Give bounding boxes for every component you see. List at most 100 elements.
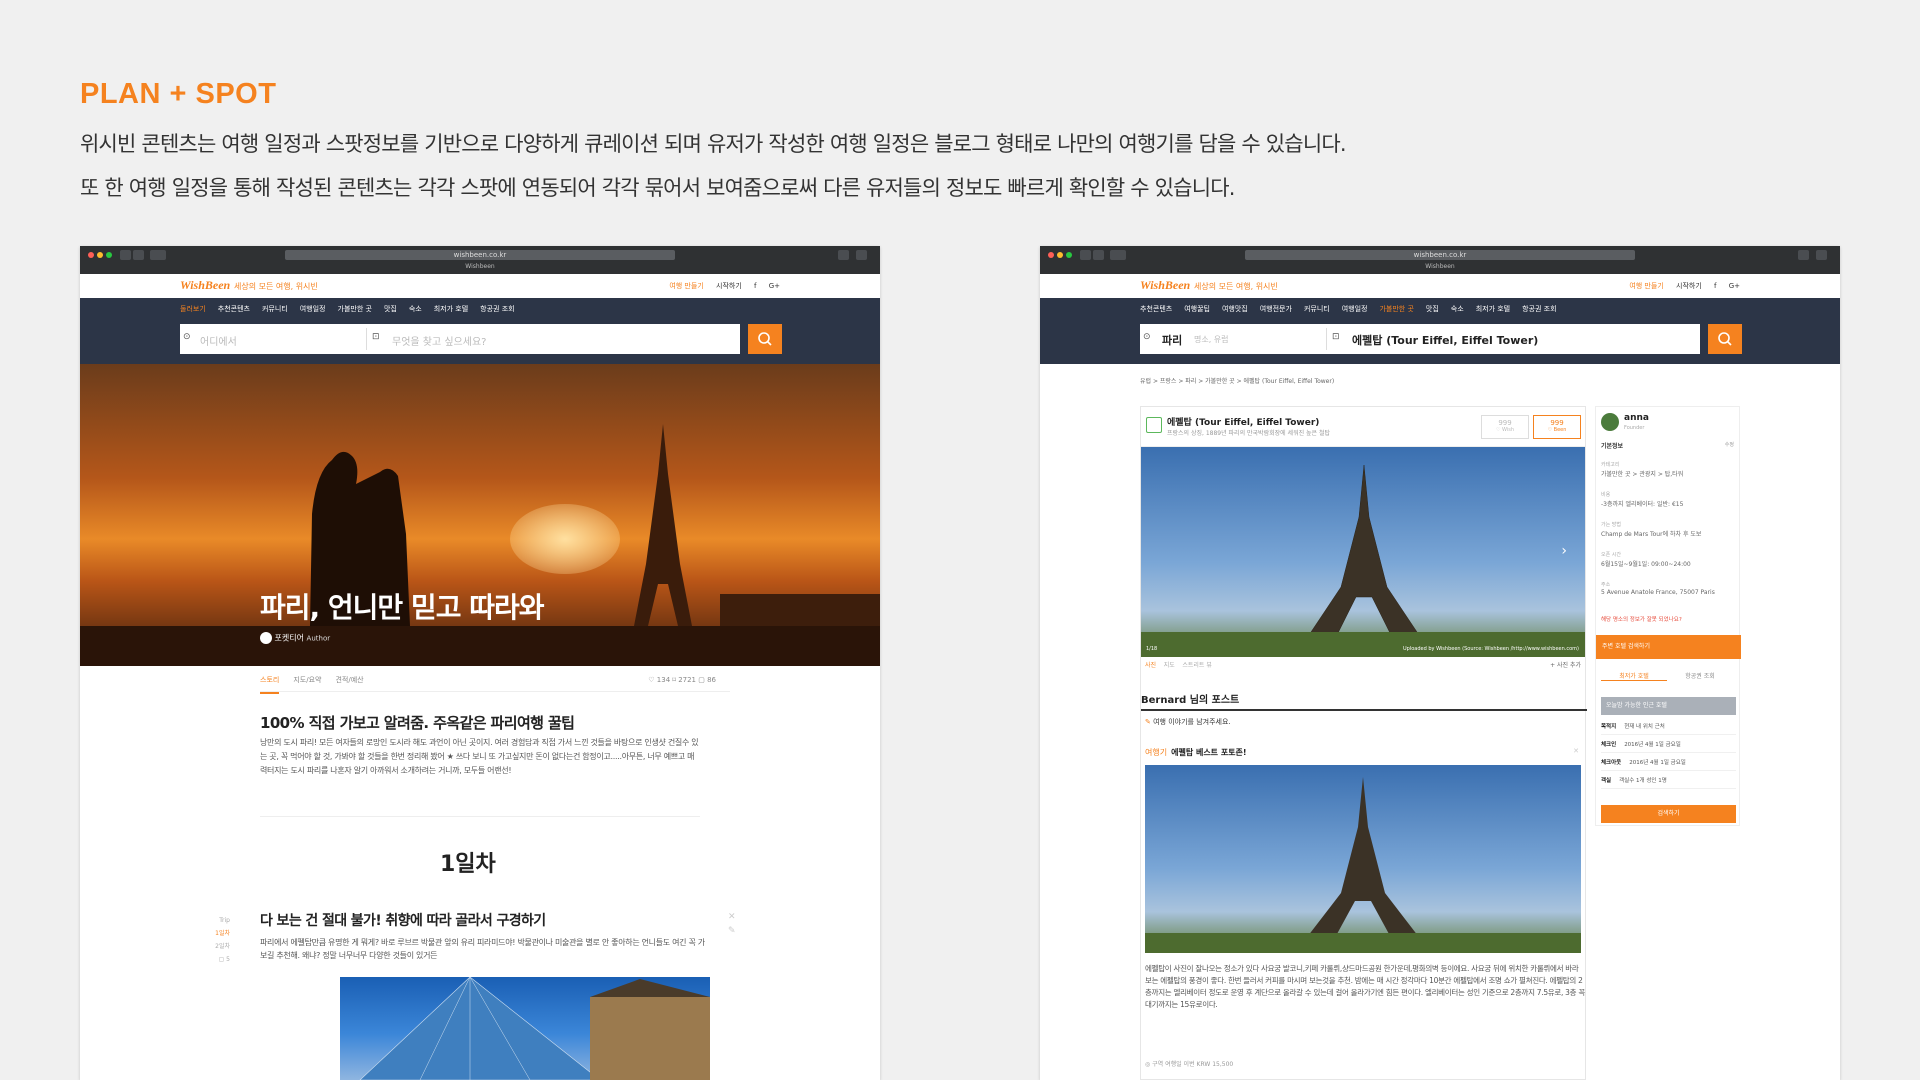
hotel-search-button[interactable]: 검색하기 <box>1601 805 1736 823</box>
back-button[interactable] <box>120 250 131 260</box>
google-plus-icon[interactable]: G+ <box>769 282 780 290</box>
tab-cheapest-hotel[interactable]: 최저가 호텔 <box>1601 671 1667 681</box>
facebook-icon[interactable]: f <box>754 282 756 290</box>
location-pin-icon: ⊙ <box>183 332 191 342</box>
where-input[interactable]: 어디에서 <box>200 333 237 348</box>
room-label: 객실 <box>1601 778 1612 784</box>
google-plus-icon[interactable]: G+ <box>1729 282 1740 290</box>
address-bar[interactable]: wishbeen.co.kr <box>1245 250 1635 260</box>
share-icon[interactable] <box>1798 250 1809 260</box>
edit-link[interactable]: 수정 <box>1725 441 1734 448</box>
user-name[interactable]: anna <box>1624 413 1649 423</box>
nav-item[interactable]: 맛집 <box>384 305 397 313</box>
nav-item[interactable]: 가볼만한 곳 <box>338 305 372 313</box>
search-button[interactable] <box>748 324 782 354</box>
eiffel-tower-image <box>1145 777 1581 953</box>
tab-streetview[interactable]: 스트리트 뷰 <box>1182 662 1212 669</box>
dest-value: 현재 내 위치 근처 <box>1624 724 1665 730</box>
day-heading: 1일차 <box>440 852 496 877</box>
make-trip-link[interactable]: 여행 만들기 <box>1629 282 1663 290</box>
tab-map-summary[interactable]: 지도/요약 <box>293 668 321 692</box>
facebook-icon[interactable]: f <box>1714 282 1716 290</box>
close-dot[interactable] <box>1048 252 1054 258</box>
nav-item[interactable]: 숙소 <box>409 305 422 313</box>
maximize-dot[interactable] <box>106 252 112 258</box>
hero-author[interactable]: 포켓티어 Author <box>260 632 330 644</box>
back-button[interactable] <box>1080 250 1091 260</box>
timeline-comments[interactable]: ▢ 5 <box>200 953 230 966</box>
eiffel-photo[interactable]: › 1/18 Uploaded by Wishbeen (Source: Wis… <box>1141 447 1585 657</box>
tab-story[interactable]: 스토리 <box>260 668 280 694</box>
write-post-link[interactable]: ✎ 여행 이야기를 남겨주세요. <box>1145 717 1231 727</box>
timeline-day-1[interactable]: 1일차 <box>200 927 230 940</box>
share-icon[interactable] <box>838 250 849 260</box>
minimize-dot[interactable] <box>97 252 103 258</box>
nav-item[interactable]: 숙소 <box>1451 305 1464 313</box>
tab-budget[interactable]: 견적/예산 <box>335 668 363 692</box>
nav-item[interactable]: 최저가 호텔 <box>434 305 468 313</box>
where-input[interactable]: 파리 <box>1162 332 1182 348</box>
info-label: 비용 <box>1601 492 1611 498</box>
nav-item[interactable]: 커뮤니티 <box>1304 305 1330 313</box>
site-logo[interactable]: WishBeen <box>180 278 230 293</box>
nav-item[interactable]: 둘러보기 <box>180 305 206 313</box>
next-photo-icon[interactable]: › <box>1561 543 1567 559</box>
timeline-trip[interactable]: Trip <box>200 914 230 927</box>
subpost-photo[interactable] <box>1145 765 1581 953</box>
nav-item[interactable]: 추천콘텐츠 <box>1140 305 1172 313</box>
search-button[interactable] <box>1708 324 1742 354</box>
search-box[interactable]: ⊙ 파리 명소, 유럽 ⊡ 에펠탑 (Tour Eiffel, Eiffel T… <box>1140 324 1700 354</box>
nav-item[interactable]: 여행일정 <box>300 305 326 313</box>
room-field[interactable]: 객실 객실수 1개 성인 1명 <box>1601 773 1736 789</box>
checkin-field[interactable]: 체크인 2016년 4월 1일 금요일 <box>1601 737 1736 753</box>
sidebar-toggle-icon[interactable] <box>1110 250 1126 260</box>
what-input[interactable]: 무엇을 찾고 싶으세요? <box>392 333 486 348</box>
make-trip-link[interactable]: 여행 만들기 <box>669 282 703 290</box>
close-dot[interactable] <box>88 252 94 258</box>
nav-item[interactable]: 여행맛집 <box>1222 305 1248 313</box>
nav-item[interactable]: 여행일정 <box>1342 305 1368 313</box>
checkout-field[interactable]: 체크아웃 2016년 4월 1일 금요일 <box>1601 755 1736 771</box>
breadcrumb[interactable]: 유럽 > 프랑스 > 파리 > 가볼만한 곳 > 에펠탑 (Tour Eiffe… <box>1140 376 1334 385</box>
tab-flights[interactable]: 항공권 조회 <box>1667 671 1733 680</box>
nav-item[interactable]: 최저가 호텔 <box>1476 305 1510 313</box>
forward-button[interactable] <box>133 250 144 260</box>
nav-item[interactable]: 항공권 조회 <box>1522 305 1556 313</box>
nav-item[interactable]: 커뮤니티 <box>262 305 288 313</box>
spot-card: 에펠탑 (Tour Eiffel, Eiffel Tower) 프랑스의 상징,… <box>1140 406 1587 1080</box>
nav-item[interactable]: 가볼만한 곳 <box>1379 305 1413 313</box>
maximize-dot[interactable] <box>1066 252 1072 258</box>
what-input[interactable]: 에펠탑 (Tour Eiffel, Eiffel Tower) <box>1352 332 1538 348</box>
been-button[interactable]: 999 ♡ Been <box>1533 415 1581 439</box>
nav-item[interactable]: 여행꿀팁 <box>1184 305 1210 313</box>
address-bar[interactable]: wishbeen.co.kr <box>285 250 675 260</box>
nearby-hotels-bar[interactable]: 주변 호텔 검색하기 <box>1596 635 1741 659</box>
site-logo[interactable]: WishBeen <box>1140 278 1190 293</box>
add-photo-button[interactable]: + 사진 추가 <box>1550 657 1581 675</box>
tab-photo[interactable]: 사진 <box>1145 662 1156 669</box>
hotel-search-select[interactable]: 오늘밤 가능한 인근 호텔 <box>1601 697 1736 715</box>
wish-button[interactable]: 999 ♡ Wish <box>1481 415 1529 439</box>
search-box[interactable]: ⊙ 어디에서 ⊡ 무엇을 찾고 싶으세요? <box>180 324 740 354</box>
nav-item[interactable]: 여행전문가 <box>1260 305 1292 313</box>
close-icon[interactable]: ✕ <box>1573 747 1579 755</box>
tabs-icon[interactable] <box>1816 250 1827 260</box>
report-link[interactable]: 해당 명소의 정보가 잘못 되었나요? <box>1601 615 1682 623</box>
close-icon[interactable]: ✕ <box>728 912 736 922</box>
search-divider <box>366 328 367 350</box>
minimize-dot[interactable] <box>1057 252 1063 258</box>
tab-map[interactable]: 지도 <box>1164 662 1175 669</box>
timeline-day-2[interactable]: 2일차 <box>200 940 230 953</box>
nav-item[interactable]: 항공권 조회 <box>480 305 514 313</box>
destination-field[interactable]: 목적지 현재 내 위치 근처 <box>1601 719 1736 735</box>
edit-icon[interactable]: ✎ <box>728 926 736 936</box>
nav-item[interactable]: 추천콘텐츠 <box>218 305 250 313</box>
nav-item[interactable]: 맛집 <box>1426 305 1439 313</box>
sidebar-toggle-icon[interactable] <box>150 250 166 260</box>
subpost-heading: 에펠탑 베스트 포토존! <box>1171 748 1247 757</box>
forward-button[interactable] <box>1093 250 1104 260</box>
avatar[interactable] <box>1601 413 1619 431</box>
start-link[interactable]: 시작하기 <box>716 282 742 290</box>
start-link[interactable]: 시작하기 <box>1676 282 1702 290</box>
tabs-icon[interactable] <box>856 250 867 260</box>
